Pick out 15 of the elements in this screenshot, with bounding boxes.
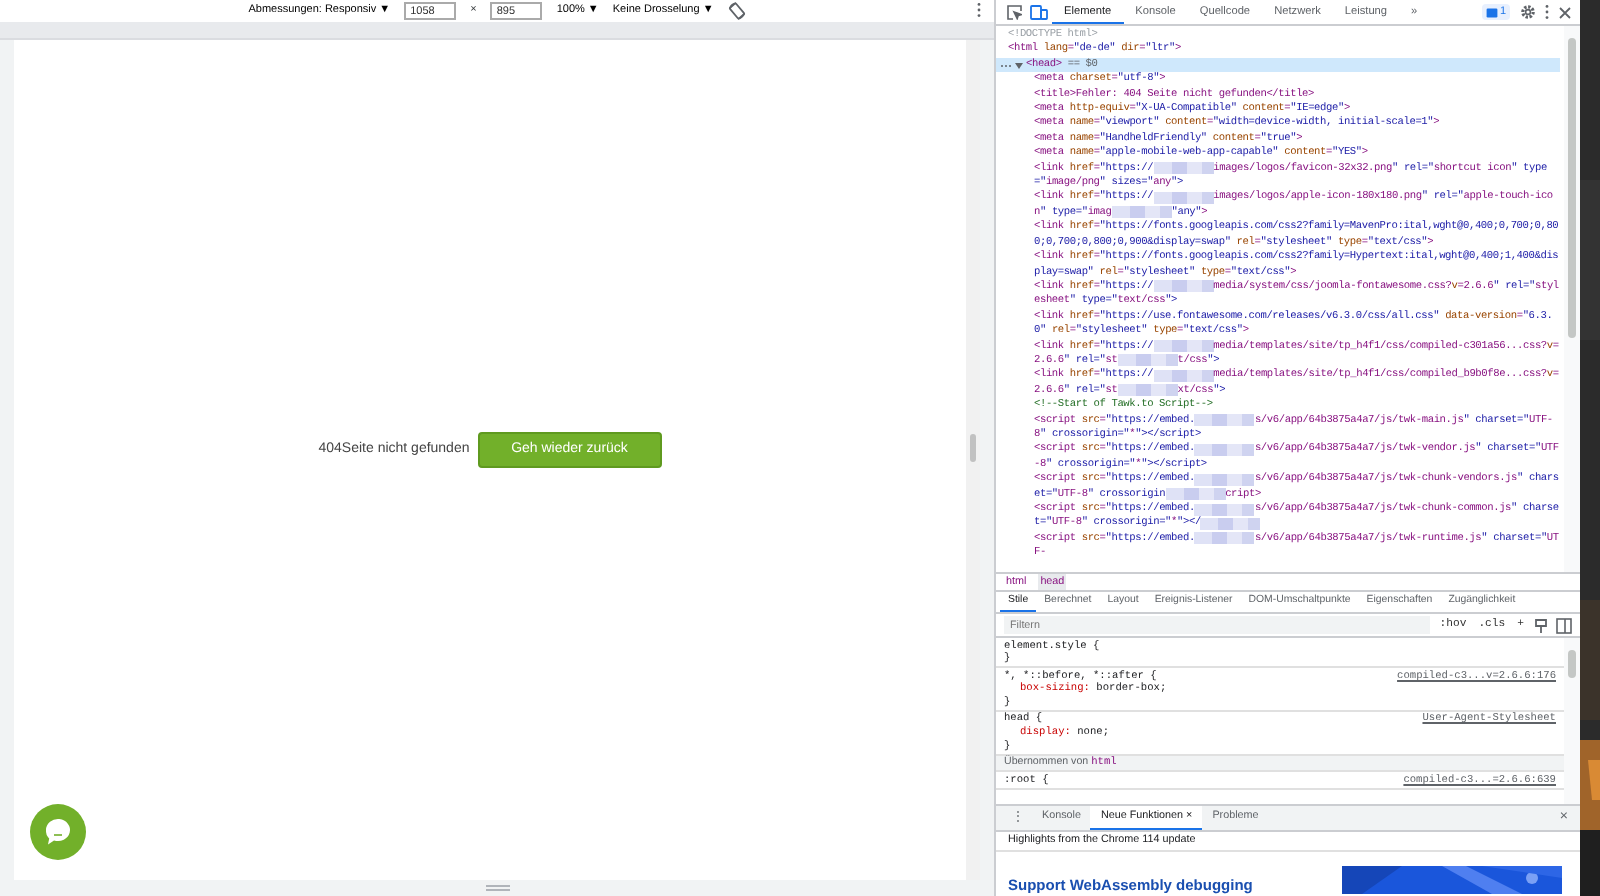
chat-icon[interactable] xyxy=(30,804,86,860)
sidebar-toggle-icon[interactable] xyxy=(1556,617,1572,633)
more-icon[interactable] xyxy=(1544,4,1550,20)
settings-icon[interactable] xyxy=(1520,4,1536,20)
paint-icon[interactable] xyxy=(1534,617,1548,633)
resize-handle-icon[interactable] xyxy=(485,884,509,892)
elements-scrollbar[interactable] xyxy=(1564,26,1580,572)
styles-scrollbar[interactable] xyxy=(1564,638,1580,804)
close-icon[interactable] xyxy=(1558,5,1572,19)
rotate-icon[interactable] xyxy=(727,2,746,20)
inspect-icon[interactable] xyxy=(1006,4,1022,20)
message-icon xyxy=(1485,7,1498,17)
more-icon[interactable] xyxy=(976,2,982,18)
device-toggle-icon[interactable] xyxy=(1030,4,1048,20)
expand-triangle-icon[interactable] xyxy=(1014,57,1024,72)
